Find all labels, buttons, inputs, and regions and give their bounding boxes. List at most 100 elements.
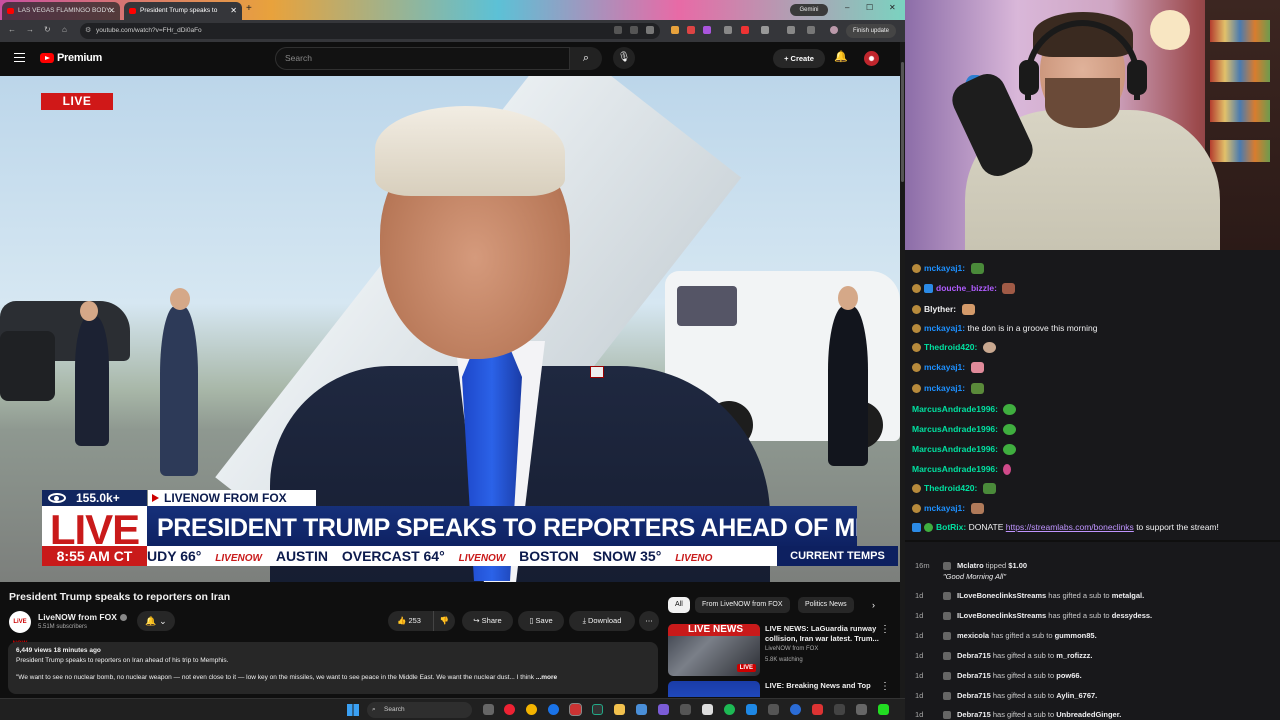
youtube-logo-icon[interactable] bbox=[40, 53, 54, 63]
chrome-icon[interactable] bbox=[548, 704, 559, 715]
close-tab-icon[interactable]: ✕ bbox=[108, 2, 115, 20]
file-explorer-icon[interactable] bbox=[614, 704, 625, 715]
channel-avatar[interactable]: LiVE NOW bbox=[9, 611, 31, 647]
related-video-title[interactable]: LIVE NEWS: LaGuardia runway collision, I… bbox=[765, 624, 880, 643]
extension-icon[interactable] bbox=[687, 26, 695, 34]
more-actions-button[interactable]: ⋯ bbox=[639, 611, 659, 631]
more-vertical-icon[interactable]: ⋮ bbox=[880, 681, 890, 692]
maximize-icon[interactable]: ☐ bbox=[866, 3, 873, 12]
save-button[interactable]: ▯ Save bbox=[518, 611, 564, 631]
home-icon[interactable]: ⌂ bbox=[62, 25, 67, 34]
cast-icon[interactable] bbox=[630, 26, 638, 34]
gemini-button[interactable]: Gemini bbox=[790, 4, 828, 16]
app-icon[interactable] bbox=[856, 704, 867, 715]
new-tab-button[interactable]: + bbox=[246, 3, 252, 14]
extension-icon[interactable] bbox=[703, 26, 711, 34]
description-box[interactable]: 6,449 views 18 minutes ago President Tru… bbox=[8, 642, 658, 694]
share-button[interactable]: ↪ Share bbox=[462, 611, 513, 631]
current-temps-label: CURRENT TEMPS bbox=[777, 546, 898, 566]
chat-username[interactable]: douche_bizzle: bbox=[936, 283, 997, 293]
reload-icon[interactable]: ↻ bbox=[44, 25, 51, 34]
chat-username[interactable]: MarcusAndrade1996: bbox=[912, 424, 998, 434]
chat-username[interactable]: BotRix: bbox=[936, 522, 966, 532]
forward-icon[interactable]: → bbox=[26, 25, 34, 34]
chip-politics-news[interactable]: Politics News bbox=[798, 597, 854, 613]
close-window-icon[interactable]: ✕ bbox=[889, 3, 896, 12]
zoom-icon[interactable] bbox=[614, 26, 622, 34]
app-icon[interactable] bbox=[658, 704, 669, 715]
app-icon[interactable] bbox=[746, 704, 757, 715]
chat-username[interactable]: MarcusAndrade1996: bbox=[912, 444, 998, 454]
address-bar[interactable]: ⚙ youtube.com/watch?v=FHr_dDi0aFo bbox=[80, 23, 660, 39]
finish-update-button[interactable]: Finish update bbox=[846, 24, 896, 38]
tab-vegas[interactable]: LAS VEGAS FLAMINGO BODY... ✕ bbox=[2, 2, 120, 20]
windows-start-icon[interactable] bbox=[347, 704, 359, 716]
chat-username[interactable]: Thedroid420: bbox=[924, 342, 977, 352]
chat-username[interactable]: MarcusAndrade1996: bbox=[912, 464, 998, 474]
scrollbar-thumb[interactable] bbox=[901, 62, 904, 182]
voice-search-button[interactable]: 🎙 bbox=[613, 47, 635, 69]
tab-active-youtube[interactable]: President Trump speaks to ✕ bbox=[124, 2, 242, 20]
chat-username[interactable]: mckayaj1: bbox=[924, 503, 965, 513]
extension-icon[interactable] bbox=[671, 26, 679, 34]
close-tab-icon[interactable]: ✕ bbox=[230, 2, 237, 20]
taskbar-search[interactable]: ⌕ Search bbox=[367, 702, 472, 718]
bookmark-star-icon[interactable] bbox=[646, 26, 654, 34]
search-input[interactable]: Search bbox=[275, 47, 570, 70]
site-info-icon[interactable]: ⚙ bbox=[85, 23, 91, 39]
chat-username[interactable]: mckayaj1: bbox=[924, 383, 965, 393]
donate-link[interactable]: https://streamlabs.com/boneclinks bbox=[1006, 522, 1134, 532]
minimize-icon[interactable]: – bbox=[845, 3, 849, 12]
video-thumbnail[interactable] bbox=[668, 681, 760, 697]
app-icon[interactable] bbox=[680, 704, 691, 715]
notifications-bell-icon[interactable]: 🔔 bbox=[834, 50, 848, 63]
dislike-button[interactable]: 👎 bbox=[433, 611, 455, 631]
app-icon[interactable] bbox=[878, 704, 889, 715]
chat-username[interactable]: MarcusAndrade1996: bbox=[912, 404, 998, 414]
task-view-icon[interactable] bbox=[483, 704, 494, 715]
download-button[interactable]: ⤓ Download bbox=[569, 611, 635, 631]
app-icon[interactable] bbox=[636, 704, 647, 715]
chat-username[interactable]: mckayaj1: bbox=[924, 362, 965, 372]
sidebar-icon[interactable] bbox=[787, 26, 795, 34]
extensions-puzzle-icon[interactable] bbox=[761, 26, 769, 34]
related-video[interactable]: LIVE NEWS LIVE LIVE NEWS: LaGuardia runw… bbox=[668, 624, 898, 680]
subscription-bell-button[interactable]: 🔔 ⌄ bbox=[137, 611, 175, 631]
show-more-link[interactable]: ...more bbox=[536, 674, 557, 681]
youtube-premium-logo[interactable]: Premium bbox=[57, 52, 102, 64]
chip-from-channel[interactable]: From LiveNOW from FOX bbox=[695, 597, 790, 613]
chat-username[interactable]: mckayaj1: bbox=[924, 263, 965, 273]
extension-icon[interactable] bbox=[724, 26, 732, 34]
video-thumbnail[interactable]: LIVE NEWS LIVE bbox=[668, 624, 760, 676]
download-icon[interactable] bbox=[807, 26, 815, 34]
app-icon[interactable] bbox=[569, 703, 582, 716]
video-player[interactable]: LIVE 155.0k+ LIVENOW FROM FOX LIVE PRESI… bbox=[0, 76, 900, 582]
chip-all[interactable]: All bbox=[668, 597, 690, 613]
app-icon[interactable] bbox=[702, 704, 713, 715]
channel-name[interactable]: LiveNOW from FOX bbox=[38, 612, 127, 622]
related-video-channel[interactable]: LiveNOW from FOX bbox=[765, 646, 818, 652]
search-button[interactable]: ⌕ bbox=[570, 47, 602, 70]
app-icon[interactable] bbox=[790, 704, 801, 715]
account-avatar[interactable] bbox=[864, 51, 879, 66]
terminal-icon[interactable] bbox=[592, 704, 603, 715]
extension-icon[interactable] bbox=[741, 26, 749, 34]
chrome-icon[interactable] bbox=[526, 704, 537, 715]
back-icon[interactable]: ← bbox=[8, 25, 16, 34]
chat-username[interactable]: Blyther: bbox=[924, 304, 956, 314]
menu-icon[interactable] bbox=[14, 53, 25, 62]
more-vertical-icon[interactable]: ⋮ bbox=[880, 624, 890, 635]
chat-username[interactable]: mckayaj1: bbox=[924, 323, 965, 333]
app-icon[interactable] bbox=[768, 704, 779, 715]
related-video[interactable]: LIVE: Breaking News and Top ⋮ bbox=[668, 681, 898, 697]
related-video-title[interactable]: LIVE: Breaking News and Top bbox=[765, 681, 880, 691]
chat-message: mckayaj1: bbox=[912, 382, 984, 395]
create-button[interactable]: + Create bbox=[773, 49, 825, 68]
profile-avatar-icon[interactable] bbox=[830, 26, 838, 34]
chevron-right-icon[interactable]: › bbox=[872, 600, 875, 610]
app-icon[interactable] bbox=[812, 704, 823, 715]
chat-username[interactable]: Thedroid420: bbox=[924, 483, 977, 493]
app-icon[interactable] bbox=[504, 704, 515, 715]
app-icon[interactable] bbox=[834, 704, 845, 715]
spotify-icon[interactable] bbox=[724, 704, 735, 715]
